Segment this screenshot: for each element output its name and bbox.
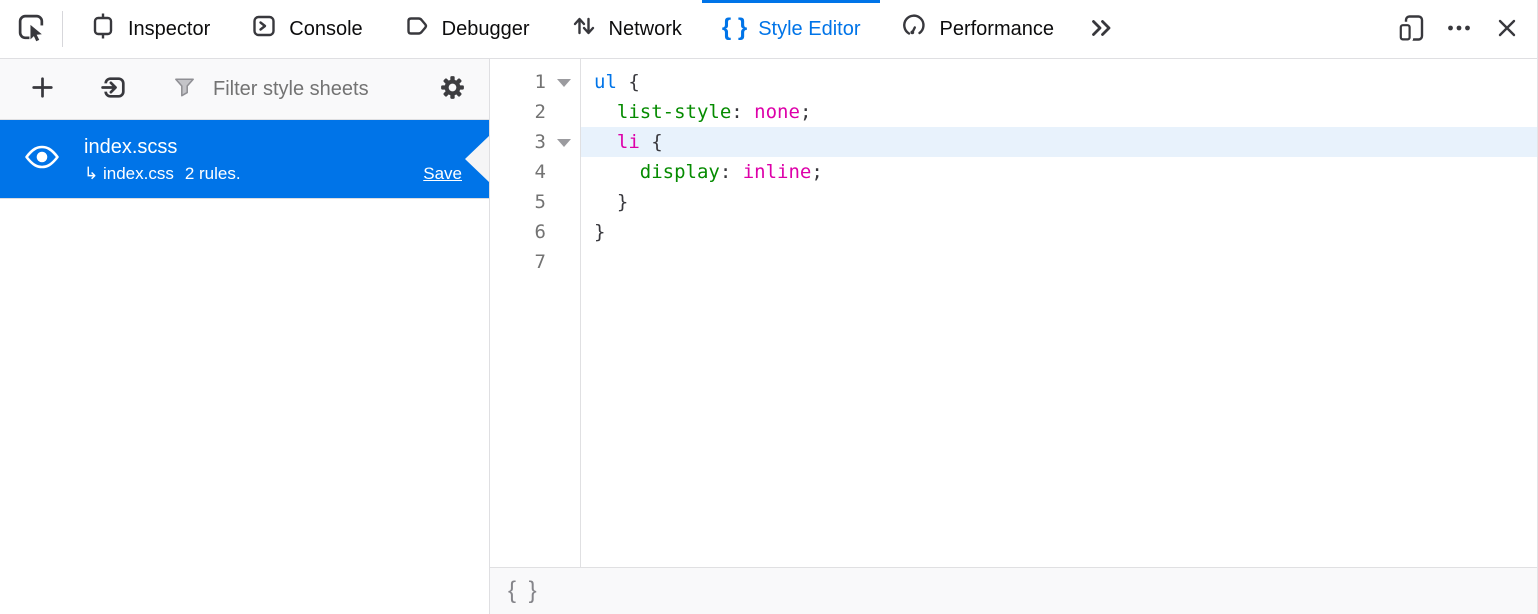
code-text[interactable]: display: inline; xyxy=(581,157,1537,187)
tab-label: Console xyxy=(289,18,362,41)
code-line: 3 li { xyxy=(490,127,1537,157)
gear-icon xyxy=(438,73,467,105)
responsive-design-mode-icon xyxy=(1396,13,1426,46)
tab-strip: Inspector Console Debugger xyxy=(69,0,1074,58)
selected-item-arrow xyxy=(465,136,489,182)
stylesheet-details: ↳ index.css 2 rules. Save xyxy=(84,164,462,184)
linked-file-label: ↳ index.css xyxy=(84,164,174,184)
options-button[interactable] xyxy=(423,59,481,119)
style-editor-panel: index.scss ↳ index.css 2 rules. Save 1 u… xyxy=(0,59,1537,614)
tab-debugger[interactable]: Debugger xyxy=(383,0,550,58)
code-line: 1 ul { xyxy=(490,67,1537,97)
import-stylesheet-button[interactable] xyxy=(87,59,141,119)
code-area[interactable]: 1 ul { 2 list-style: none; 3 li { 4 disp… xyxy=(490,59,1537,567)
line-number: 7 xyxy=(490,247,546,277)
gutter-divider xyxy=(580,59,581,567)
line-number: 4 xyxy=(490,157,546,187)
line-number: 2 xyxy=(490,97,546,127)
code-text[interactable] xyxy=(581,247,1537,277)
tab-inspector[interactable]: Inspector xyxy=(69,0,230,58)
inspector-icon xyxy=(89,12,117,46)
fold-arrow-icon[interactable] xyxy=(546,137,581,147)
code-line: 4 display: inline; xyxy=(490,157,1537,187)
responsive-design-mode-button[interactable] xyxy=(1387,0,1435,58)
line-gutter: 7 xyxy=(490,247,581,277)
rules-count-label: 2 rules. xyxy=(185,164,241,184)
new-stylesheet-button[interactable] xyxy=(15,59,69,119)
code-text[interactable]: } xyxy=(581,187,1537,217)
editor-footer: { } xyxy=(490,567,1537,614)
code-text[interactable]: list-style: none; xyxy=(581,97,1537,127)
stylesheet-name: index.scss xyxy=(84,135,462,159)
tabbar-right-tools xyxy=(1387,0,1537,58)
tab-label: Performance xyxy=(939,18,1054,41)
code-line: 6 } xyxy=(490,217,1537,247)
tab-style-editor[interactable]: { } Style Editor xyxy=(702,0,881,58)
fold-arrow-icon[interactable] xyxy=(546,77,581,87)
filter-stylesheets-input[interactable] xyxy=(211,77,423,102)
at-rules-sidebar-toggle-button[interactable]: { } xyxy=(500,579,548,603)
tab-label: Debugger xyxy=(442,18,530,41)
more-tabs-button[interactable] xyxy=(1074,0,1130,58)
filter-stylesheets-box xyxy=(171,73,423,105)
plus-icon xyxy=(28,73,57,105)
close-icon xyxy=(1493,14,1521,45)
close-devtools-button[interactable] xyxy=(1483,0,1531,58)
code-line: 7 xyxy=(490,247,1537,277)
line-gutter: 4 xyxy=(490,157,581,187)
code-line: 5 } xyxy=(490,187,1537,217)
meatball-menu-button[interactable] xyxy=(1435,0,1483,58)
code-text[interactable]: li { xyxy=(581,127,1537,157)
line-gutter: 5 xyxy=(490,187,581,217)
tab-console[interactable]: Console xyxy=(230,0,382,58)
devtools-tabbar: Inspector Console Debugger xyxy=(0,0,1537,59)
eye-icon xyxy=(23,142,61,177)
line-number: 1 xyxy=(490,67,546,97)
toggle-stylesheet-visibility-button[interactable] xyxy=(0,142,84,177)
line-gutter: 3 xyxy=(490,127,581,157)
performance-icon xyxy=(900,12,928,46)
tab-label: Style Editor xyxy=(758,18,860,41)
line-gutter: 1 xyxy=(490,67,581,97)
tab-performance[interactable]: Performance xyxy=(880,0,1074,58)
code-line: 2 list-style: none; xyxy=(490,97,1537,127)
line-number: 5 xyxy=(490,187,546,217)
source-editor: 1 ul { 2 list-style: none; 3 li { 4 disp… xyxy=(490,59,1537,614)
tab-network[interactable]: Network xyxy=(550,0,702,58)
tab-label: Inspector xyxy=(128,18,210,41)
devtools-window: Inspector Console Debugger xyxy=(0,0,1538,614)
line-gutter: 2 xyxy=(490,97,581,127)
pick-element-icon xyxy=(16,12,47,46)
chevron-double-right-icon xyxy=(1088,14,1116,45)
toolbar-separator xyxy=(62,11,63,47)
import-icon xyxy=(100,73,129,105)
pick-element-button[interactable] xyxy=(0,0,62,58)
code-text[interactable]: } xyxy=(581,217,1537,247)
sidebar-toolbar xyxy=(0,59,489,120)
line-number: 3 xyxy=(490,127,546,157)
line-number: 6 xyxy=(490,217,546,247)
sidebar-empty-area xyxy=(0,199,489,614)
debugger-icon xyxy=(403,12,431,46)
console-icon xyxy=(250,12,278,46)
stylesheet-sidebar: index.scss ↳ index.css 2 rules. Save xyxy=(0,59,490,614)
line-gutter: 6 xyxy=(490,217,581,247)
save-link[interactable]: Save xyxy=(423,164,462,184)
network-icon xyxy=(570,12,598,46)
style-editor-braces-icon: { } xyxy=(722,16,747,40)
meatball-menu-icon xyxy=(1445,14,1473,45)
filter-funnel-icon xyxy=(171,73,198,105)
code-text[interactable]: ul { xyxy=(581,67,1537,97)
stylesheet-item-index-scss[interactable]: index.scss ↳ index.css 2 rules. Save xyxy=(0,120,489,199)
tab-label: Network xyxy=(609,18,682,41)
stylesheet-info: index.scss ↳ index.css 2 rules. Save xyxy=(84,135,489,184)
